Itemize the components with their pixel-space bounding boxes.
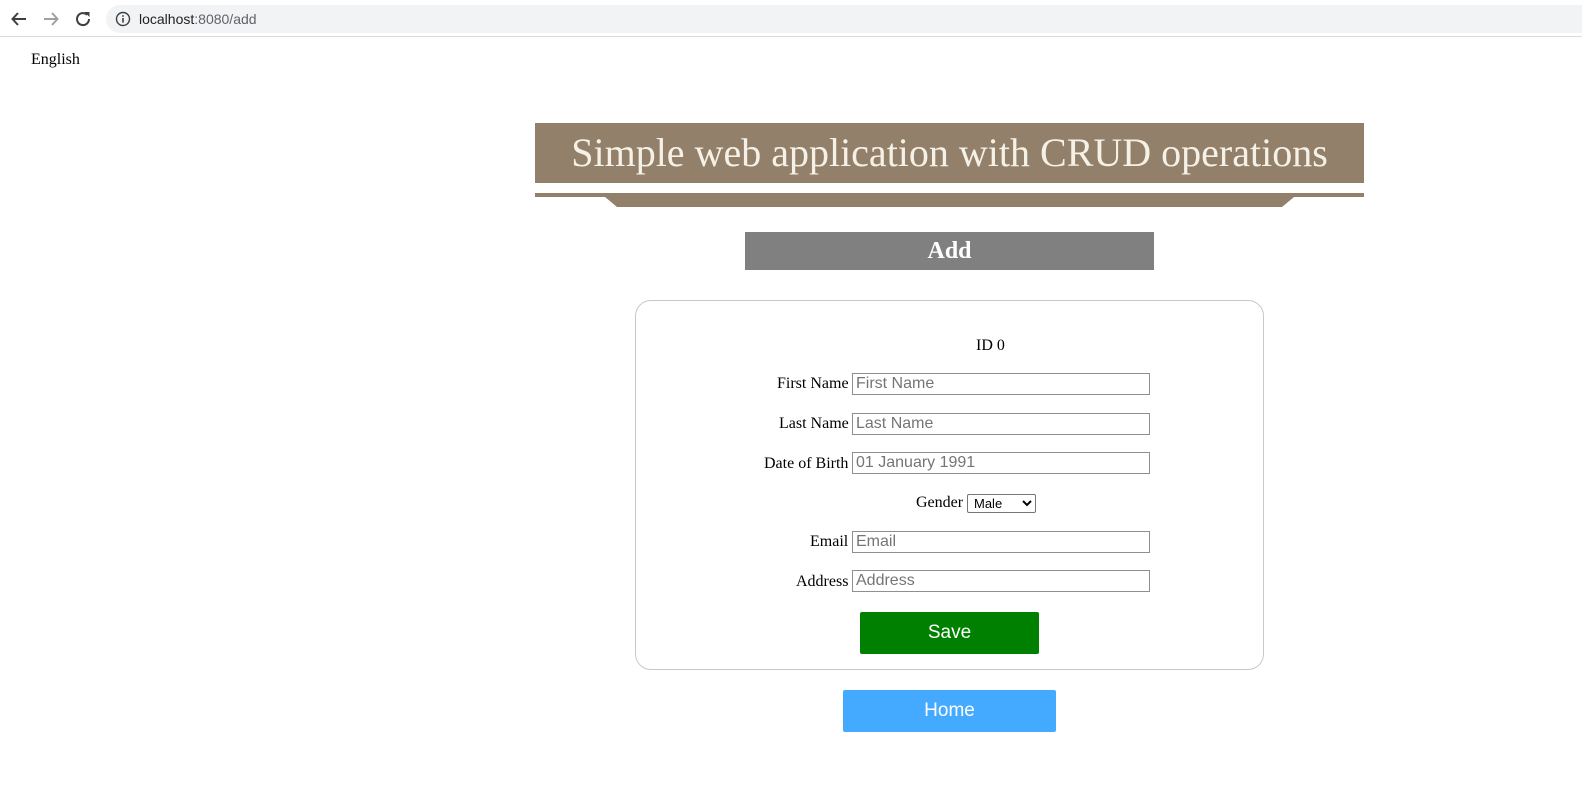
save-button[interactable]: Save xyxy=(860,612,1039,654)
info-icon[interactable] xyxy=(115,11,131,27)
gender-select[interactable]: Male xyxy=(967,494,1036,513)
address-label: Address xyxy=(796,573,849,590)
home-button[interactable]: Home xyxy=(843,690,1056,732)
reload-icon xyxy=(76,12,91,27)
url-text: localhost:8080/add xyxy=(139,11,257,27)
gender-label: Gender xyxy=(916,494,964,511)
first-name-input[interactable] xyxy=(852,373,1150,395)
banner-ribbon xyxy=(605,197,1294,207)
reload-button[interactable] xyxy=(72,8,94,30)
address-bar[interactable]: localhost:8080/add xyxy=(106,5,1582,33)
back-button[interactable] xyxy=(8,8,30,30)
email-label: Email xyxy=(810,533,849,550)
url-path: :8080/add xyxy=(194,11,257,27)
page-title-banner: Simple web application with CRUD operati… xyxy=(535,123,1364,183)
section-title: Add xyxy=(745,232,1154,270)
arrow-left-icon xyxy=(11,12,26,26)
browser-toolbar: localhost:8080/add xyxy=(0,0,1582,37)
last-name-input[interactable] xyxy=(852,413,1150,435)
id-display: ID 0 xyxy=(976,337,1005,354)
last-name-label: Last Name xyxy=(779,415,849,432)
url-host: localhost xyxy=(139,11,195,27)
language-selector[interactable]: English xyxy=(31,51,80,69)
date-of-birth-input[interactable] xyxy=(852,452,1150,474)
forward-button[interactable] xyxy=(40,8,62,30)
first-name-label: First Name xyxy=(777,375,849,392)
email-input[interactable] xyxy=(852,531,1150,553)
date-of-birth-label: Date of Birth xyxy=(764,455,849,472)
address-input[interactable] xyxy=(852,570,1150,592)
arrow-right-icon xyxy=(44,12,59,26)
